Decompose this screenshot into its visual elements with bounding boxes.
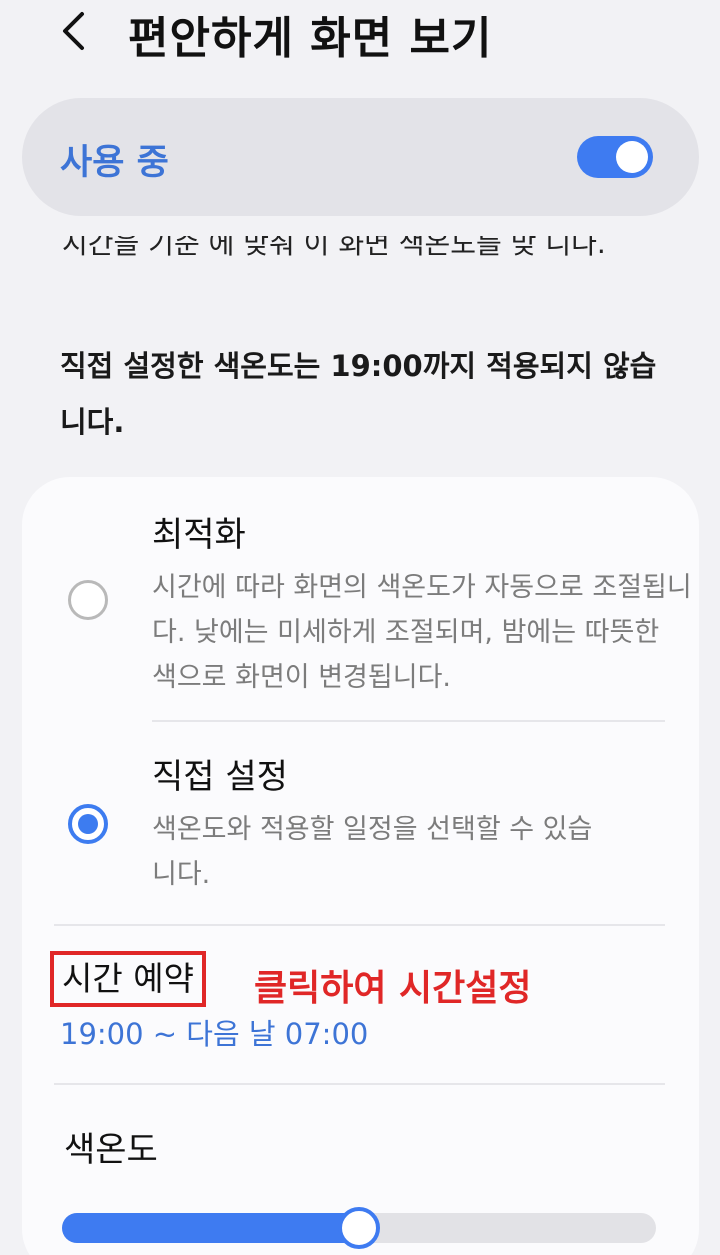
schedule-value: 19:00 ~ 다음 날 07:00: [60, 1017, 369, 1051]
divider: [54, 924, 665, 926]
settings-card: 최적화 시간에 따라 화면의 색온도가 자동으로 조절됩니다. 낮에는 미세하게…: [22, 477, 699, 1255]
color-temperature-slider[interactable]: [62, 1207, 656, 1249]
divider: [54, 1083, 665, 1085]
divider: [152, 720, 665, 722]
switch-knob: [616, 141, 648, 173]
scrolled-description-text: 시간을 기준 에 맞춰 이 화면 색온도를 맞 니다.: [62, 236, 606, 260]
chevron-left-icon: [63, 12, 84, 50]
radio-custom[interactable]: [68, 804, 108, 844]
option-custom[interactable]: 직접 설정 색온도와 적용할 일정을 선택할 수 있습니다.: [22, 749, 699, 899]
schedule-annotation: 클릭하여 시간설정: [254, 968, 532, 1009]
option-title: 직접 설정: [152, 757, 288, 797]
notice-text: 직접 설정한 색온도는 19:00까지 적용되지 않습니다.: [60, 349, 657, 439]
option-description: 색온도와 적용할 일정을 선택할 수 있습니다.: [152, 814, 593, 890]
app-header: 편안하게 화면 보기: [0, 0, 720, 70]
option-title: 최적화: [152, 515, 246, 555]
slider-fill: [62, 1213, 359, 1243]
scrolled-description: 시간을 기준 에 맞춰 이 화면 색온도를 맞 니다.: [62, 236, 662, 266]
color-temperature-label: 색온도: [64, 1130, 158, 1170]
slider-thumb[interactable]: [338, 1207, 380, 1249]
radio-optimized[interactable]: [68, 580, 108, 620]
option-optimized[interactable]: 최적화 시간에 따라 화면의 색온도가 자동으로 조절됩니다. 낮에는 미세하게…: [22, 507, 699, 722]
page-title: 편안하게 화면 보기: [128, 13, 493, 64]
schedule-label: 시간 예약: [50, 951, 206, 1007]
master-switch-row[interactable]: 사용 중: [22, 98, 699, 216]
schedule-row[interactable]: 시간 예약 클릭하여 시간설정 19:00 ~ 다음 날 07:00: [22, 949, 699, 1079]
option-description: 시간에 따라 화면의 색온도가 자동으로 조절됩니다. 낮에는 미세하게 조절되…: [152, 572, 692, 693]
master-switch-toggle[interactable]: [577, 136, 653, 178]
back-button[interactable]: [50, 6, 100, 56]
master-switch-label: 사용 중: [60, 143, 169, 183]
